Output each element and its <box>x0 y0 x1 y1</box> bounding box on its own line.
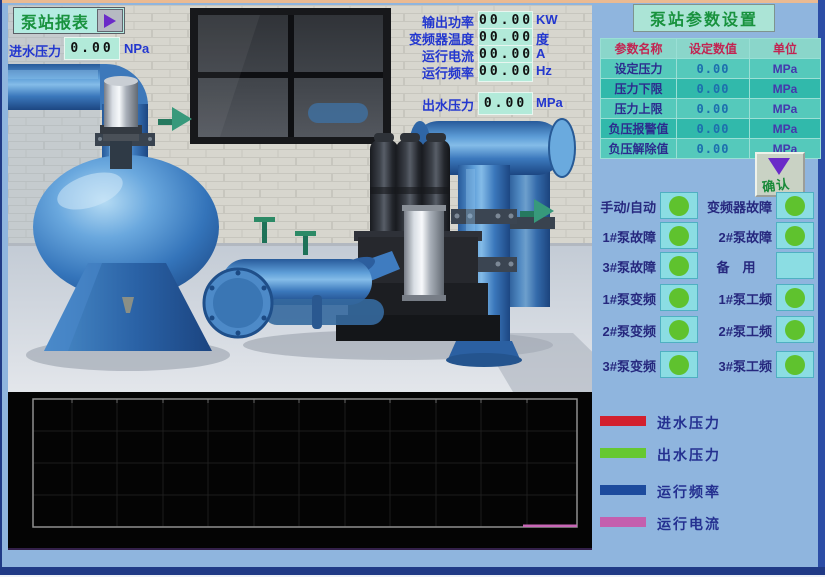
param-name: 负压解除值 <box>601 139 676 158</box>
inlet-pressure-label: 进水压力 <box>9 41 61 60</box>
param-value-input[interactable]: 0.00 <box>677 99 749 118</box>
run-frequency-value: 00.00 <box>478 62 533 82</box>
param-unit: MPa <box>750 59 820 78</box>
run-frequency-label: 运行频率 <box>370 63 474 82</box>
status-label-pump1-mains: 1#泵工频 <box>700 289 772 308</box>
legend-label-inlet-pressure: 进水压力 <box>657 413 721 433</box>
legend-label-run-frequency: 运行频率 <box>657 482 721 502</box>
led-pump2-mains <box>776 316 814 343</box>
frame-top-edge <box>0 0 825 3</box>
led-circle <box>669 226 689 246</box>
outlet-pressure-unit: MPa <box>536 95 563 110</box>
led-pump3-fault <box>660 252 698 279</box>
led-circle <box>785 226 805 246</box>
param-name: 设定压力 <box>601 59 676 78</box>
legend-swatch-run-frequency <box>600 485 646 495</box>
status-label-pump3-mains: 3#泵工频 <box>700 356 772 375</box>
param-value-input[interactable]: 0.00 <box>677 139 749 158</box>
led-pump1-fault <box>660 222 698 249</box>
status-label-inverter-fault: 变频器故障 <box>700 197 772 216</box>
param-unit: MPa <box>750 119 820 138</box>
legend-swatch-run-current <box>600 517 646 527</box>
param-value-input[interactable]: 0.00 <box>677 59 749 78</box>
status-label-pump1-vfd: 1#泵变频 <box>588 289 656 308</box>
led-circle <box>785 320 805 340</box>
led-pump3-mains <box>776 351 814 378</box>
inlet-pressure-unit: NPa <box>124 41 149 56</box>
trend-chart <box>8 392 592 550</box>
parameter-table: 参数名称 设定数值 单位 设定压力 0.00 MPa 压力下限 0.00 MPa… <box>600 38 821 159</box>
current-trace-zero-line <box>523 525 577 528</box>
status-label-pump2-fault: 2#泵故障 <box>700 227 772 246</box>
status-label-pump1-fault: 1#泵故障 <box>588 227 656 246</box>
led-pump3-vfd <box>660 351 698 378</box>
param-value-input[interactable]: 0.00 <box>677 119 749 138</box>
run-current-unit: A <box>536 46 545 61</box>
run-frequency-unit: Hz <box>536 63 552 78</box>
led-spare <box>776 252 814 279</box>
param-name: 负压报警值 <box>601 119 676 138</box>
report-play-button[interactable] <box>97 9 123 32</box>
param-unit: MPa <box>750 79 820 98</box>
col-header-unit: 单位 <box>750 39 820 58</box>
confirm-button[interactable]: 确认 <box>755 152 805 197</box>
led-pump1-vfd <box>660 284 698 311</box>
frame-left-edge <box>0 0 2 577</box>
col-header-name: 参数名称 <box>601 39 676 58</box>
led-circle <box>669 196 689 216</box>
param-name: 压力下限 <box>601 79 676 98</box>
led-circle <box>669 355 689 375</box>
outlet-pressure-value: 0.00 <box>478 92 533 115</box>
status-label-pump2-mains: 2#泵工频 <box>700 321 772 340</box>
led-inverter-fault <box>776 192 814 219</box>
led-circle <box>785 196 805 216</box>
led-pump1-mains <box>776 284 814 311</box>
led-circle <box>669 288 689 308</box>
status-label-pump2-vfd: 2#泵变频 <box>588 321 656 340</box>
param-name: 压力上限 <box>601 99 676 118</box>
output-power-unit: KW <box>536 12 558 27</box>
led-circle <box>785 288 805 308</box>
frame-bottom-edge <box>0 567 825 575</box>
play-icon <box>104 14 116 28</box>
col-header-value: 设定数值 <box>677 39 749 58</box>
led-circle <box>785 355 805 375</box>
pump-station-hmi: 泵站报表 进水压力 0.00 NPa 输出功率 00.00 KW 变频器温度 0… <box>0 0 825 577</box>
status-label-spare: 备 用 <box>700 257 772 276</box>
status-label-pump3-fault: 3#泵故障 <box>588 257 656 276</box>
window <box>190 8 391 144</box>
led-manual-auto <box>660 192 698 219</box>
param-unit: MPa <box>750 99 820 118</box>
led-circle <box>669 256 689 276</box>
param-value-input[interactable]: 0.00 <box>677 79 749 98</box>
inlet-pressure-value: 0.00 <box>64 37 120 60</box>
led-pump2-fault <box>776 222 814 249</box>
led-circle <box>669 320 689 340</box>
report-button[interactable]: 泵站报表 <box>13 7 125 34</box>
trend-chart-plot <box>8 392 592 546</box>
status-label-pump3-vfd: 3#泵变频 <box>588 356 656 375</box>
status-label-manual-auto: 手动/自动 <box>588 197 656 216</box>
led-pump2-vfd <box>660 316 698 343</box>
legend-swatch-outlet-pressure <box>600 448 646 458</box>
settings-panel-title: 泵站参数设置 <box>633 4 775 32</box>
legend-label-outlet-pressure: 出水压力 <box>657 445 721 465</box>
legend-swatch-inlet-pressure <box>600 416 646 426</box>
legend-label-run-current: 运行电流 <box>657 514 721 534</box>
outlet-pressure-label: 出水压力 <box>370 95 474 114</box>
report-button-label: 泵站报表 <box>14 9 97 33</box>
